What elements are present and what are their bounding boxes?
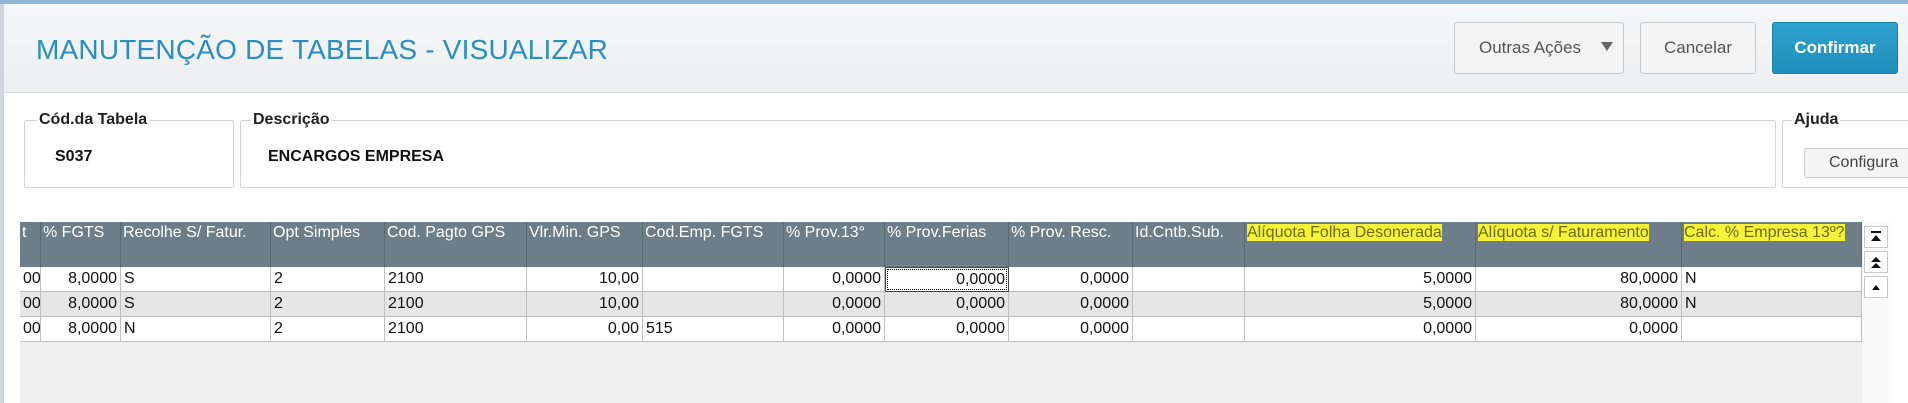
grid-cell[interactable]: 8,0000 [41, 317, 121, 342]
table-row[interactable]: 00 8,0000 N 2 2100 0,00 515 0,0000 0,000… [20, 317, 1862, 342]
grid-cell[interactable]: 8,0000 [41, 267, 121, 292]
scroll-top-icon[interactable] [1864, 226, 1888, 248]
description-field[interactable] [240, 120, 1776, 188]
column-header[interactable]: % FGTS [41, 222, 121, 267]
grid-cell[interactable]: 0,00 [527, 317, 643, 342]
grid-cell[interactable]: 2 [271, 292, 385, 317]
grid-cell[interactable]: 00 [20, 292, 41, 317]
grid-cell[interactable] [1133, 292, 1245, 317]
grid-cell[interactable] [1682, 317, 1862, 342]
table-code-value: S037 [55, 148, 93, 165]
column-header[interactable]: Cod. Pagto GPS [385, 222, 527, 267]
grid-cell[interactable]: 2 [271, 267, 385, 292]
column-header[interactable]: Opt Simples [271, 222, 385, 267]
table-row[interactable]: 00 8,0000 S 2 2100 10,00 0,0000 0,0000 0… [20, 292, 1862, 317]
cancel-button[interactable]: Cancelar [1640, 22, 1756, 74]
grid-cell[interactable]: 10,00 [527, 292, 643, 317]
grid-cell[interactable]: 0,0000 [784, 292, 885, 317]
grid-header: t % FGTS Recolhe S/ Fatur. Opt Simples C… [20, 222, 1862, 267]
more-actions-button[interactable]: Outras Ações [1454, 22, 1624, 74]
grid-cell[interactable]: N [1682, 267, 1862, 292]
grid-cell[interactable]: 00 [20, 317, 41, 342]
grid-cell[interactable]: 0,0000 [784, 317, 885, 342]
column-header[interactable]: Cod.Emp. FGTS [643, 222, 784, 267]
row-up-icon[interactable] [1864, 276, 1888, 298]
grid-cell[interactable]: 515 [643, 317, 784, 342]
description-label: Descrição [251, 111, 332, 129]
grid-cell[interactable]: 80,0000 [1476, 292, 1682, 317]
column-header-highlight: Alíquota Folha Desonerada [1247, 224, 1442, 241]
column-header-highlight: Alíquota s/ Faturamento [1478, 224, 1649, 241]
grid-cell[interactable]: 00 [20, 267, 41, 292]
column-header[interactable]: Vlr.Min. GPS [527, 222, 643, 267]
column-header[interactable]: t [20, 222, 41, 267]
confirm-button[interactable]: Confirmar [1772, 22, 1898, 74]
grid-cell[interactable]: 2100 [385, 267, 527, 292]
column-header[interactable]: % Prov.Ferias [885, 222, 1009, 267]
column-header[interactable]: Alíquota Folha Desonerada [1245, 222, 1476, 267]
grid-cell[interactable]: 0,0000 [1245, 317, 1476, 342]
grid-cell[interactable]: 0,0000 [1009, 317, 1133, 342]
table-row[interactable]: 00 8,0000 S 2 2100 10,00 0,0000 0,0000 0… [20, 267, 1862, 292]
page-title: MANUTENÇÃO DE TABELAS - VISUALIZAR [36, 34, 609, 65]
grid-cell[interactable]: S [121, 267, 271, 292]
grid-cell[interactable]: N [121, 317, 271, 342]
grid-cell[interactable]: 0,0000 [1009, 267, 1133, 292]
grid-navigation-bar [1862, 222, 1892, 403]
grid-cell[interactable]: 0,0000 [784, 267, 885, 292]
grid-cell[interactable]: 0,0000 [885, 317, 1009, 342]
grid-cell[interactable]: 0,0000 [1476, 317, 1682, 342]
more-actions-label: Outras Ações [1478, 38, 1582, 57]
configure-button[interactable]: Configura [1804, 148, 1908, 178]
grid-cell[interactable]: 2100 [385, 292, 527, 317]
table-code-label: Cód.da Tabela [37, 111, 150, 129]
grid-cell[interactable] [643, 292, 784, 317]
grid-cell[interactable]: 2 [271, 317, 385, 342]
grid-cell[interactable]: 5,0000 [1245, 292, 1476, 317]
grid-cell[interactable]: 0,0000 [885, 292, 1009, 317]
description-value: ENCARGOS EMPRESA [268, 148, 445, 165]
help-label: Ajuda [1792, 111, 1841, 129]
grid-cell-focused[interactable]: 0,0000 [885, 267, 1009, 292]
page-up-icon[interactable] [1864, 251, 1888, 273]
column-header[interactable]: % Prov.13° [784, 222, 885, 267]
grid-cell[interactable] [643, 267, 784, 292]
column-header-highlight: Calc. % Empresa 13º? [1684, 224, 1845, 241]
chevron-down-icon [1601, 42, 1613, 51]
grid-cell[interactable]: 8,0000 [41, 292, 121, 317]
grid-cell[interactable]: S [121, 292, 271, 317]
column-header[interactable]: % Prov. Resc. [1009, 222, 1133, 267]
grid-cell[interactable]: N [1682, 292, 1862, 317]
column-header[interactable]: Recolhe S/ Fatur. [121, 222, 271, 267]
grid-cell[interactable] [1133, 317, 1245, 342]
grid-cell[interactable] [1133, 267, 1245, 292]
grid-cell[interactable]: 10,00 [527, 267, 643, 292]
grid-cell[interactable]: 80,0000 [1476, 267, 1682, 292]
grid-cell[interactable]: 2100 [385, 317, 527, 342]
column-header[interactable]: Id.Cntb.Sub. [1133, 222, 1245, 267]
grid-cell[interactable]: 5,0000 [1245, 267, 1476, 292]
column-header[interactable]: Alíquota s/ Faturamento [1476, 222, 1682, 267]
column-header[interactable]: Calc. % Empresa 13º? [1682, 222, 1862, 267]
grid-cell[interactable]: 0,0000 [1009, 292, 1133, 317]
data-grid: t % FGTS Recolhe S/ Fatur. Opt Simples C… [20, 222, 1862, 403]
